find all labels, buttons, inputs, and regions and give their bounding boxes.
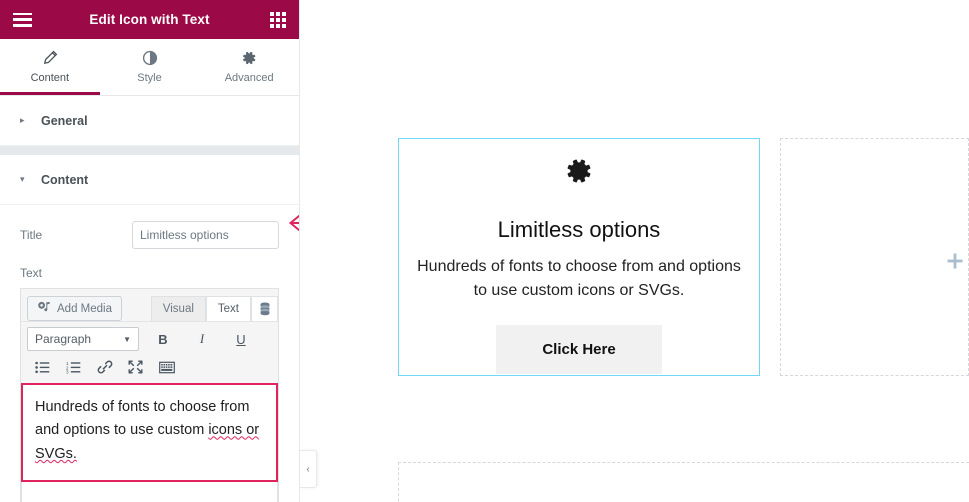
chevron-left-icon: ‹ bbox=[306, 463, 310, 475]
click-here-button[interactable]: Click Here bbox=[496, 324, 662, 374]
tab-style-label: Style bbox=[137, 72, 162, 84]
editor-paragraph: Hundreds of fonts to choose from and opt… bbox=[35, 396, 264, 466]
editor-panel: Edit Icon with Text Content Style Advanc… bbox=[0, 0, 300, 502]
grid-icon[interactable] bbox=[270, 11, 286, 28]
section-general[interactable]: ▸ General bbox=[0, 96, 299, 146]
wp-editor-topbar: Add Media Visual Text bbox=[21, 289, 278, 321]
text-label: Text bbox=[20, 266, 43, 280]
gear-icon bbox=[241, 50, 257, 66]
italic-button[interactable]: I bbox=[187, 327, 217, 351]
media-icon bbox=[37, 301, 51, 317]
svg-text:3: 3 bbox=[66, 369, 69, 373]
editor-toolbar: Paragraph ▼ B I U 1 2 3 bbox=[21, 321, 278, 383]
toolbar-toggle-icon[interactable] bbox=[151, 355, 182, 379]
numbered-list-icon[interactable]: 1 2 3 bbox=[58, 355, 89, 379]
canvas-section-1[interactable]: Limitless options Hundreds of fonts to c… bbox=[398, 5, 969, 376]
tab-content[interactable]: Content bbox=[0, 39, 100, 95]
editor-mode-tabs: Visual Text bbox=[150, 294, 278, 321]
preview-canvas: Limitless options Hundreds of fonts to c… bbox=[300, 0, 969, 502]
chevron-right-icon: ▸ bbox=[20, 115, 25, 125]
widget-inner: Limitless options Hundreds of fonts to c… bbox=[399, 139, 759, 374]
tab-content-label: Content bbox=[30, 72, 70, 84]
dynamic-tags-icon[interactable] bbox=[251, 296, 278, 321]
underline-button[interactable]: U bbox=[226, 327, 256, 351]
tab-visual[interactable]: Visual bbox=[150, 296, 206, 321]
hamburger-icon[interactable] bbox=[13, 12, 32, 27]
icon-box-widget[interactable]: Limitless options Hundreds of fonts to c… bbox=[398, 138, 760, 376]
content-controls: Title Limitless options Text Add Media V… bbox=[0, 205, 299, 502]
section-columns: Limitless options Hundreds of fonts to c… bbox=[398, 5, 969, 376]
empty-column-placeholder[interactable] bbox=[780, 138, 969, 376]
tab-text[interactable]: Text bbox=[205, 296, 251, 321]
canvas-section-2[interactable] bbox=[398, 462, 969, 502]
gear-icon bbox=[417, 157, 741, 185]
panel-tabs: Content Style Advanced bbox=[0, 39, 299, 96]
format-select-value: Paragraph bbox=[35, 332, 92, 346]
tab-advanced-label: Advanced bbox=[224, 72, 274, 84]
tab-advanced[interactable]: Advanced bbox=[199, 39, 299, 95]
section-general-label: General bbox=[41, 113, 88, 128]
bold-button[interactable]: B bbox=[148, 327, 178, 351]
text-editor-content[interactable]: Hundreds of fonts to choose from and opt… bbox=[21, 383, 278, 483]
chevron-down-icon: ▼ bbox=[123, 334, 131, 344]
link-icon[interactable] bbox=[89, 355, 120, 379]
bulleted-list-icon[interactable] bbox=[27, 355, 58, 379]
format-select[interactable]: Paragraph ▼ bbox=[27, 327, 139, 351]
fullscreen-icon[interactable] bbox=[120, 355, 151, 379]
contrast-icon bbox=[142, 50, 158, 66]
panel-header: Edit Icon with Text bbox=[0, 0, 299, 39]
widget-title: Limitless options bbox=[497, 217, 661, 242]
toolbar-row-1: Paragraph ▼ B I U bbox=[27, 327, 272, 351]
toolbar-row-2: 1 2 3 bbox=[27, 355, 272, 379]
section-content-label: Content bbox=[41, 172, 89, 187]
page-title: Edit Icon with Text bbox=[89, 12, 210, 27]
pencil-icon bbox=[42, 50, 58, 66]
title-label: Title bbox=[20, 228, 43, 242]
tab-style[interactable]: Style bbox=[100, 39, 200, 95]
add-media-label: Add Media bbox=[57, 302, 112, 315]
plus-icon bbox=[947, 253, 963, 269]
panel-collapse-handle[interactable]: ‹ bbox=[300, 450, 317, 488]
section-content[interactable]: ▾ Content bbox=[0, 155, 299, 205]
section-divider bbox=[0, 146, 299, 155]
title-control-row: Title bbox=[20, 205, 279, 249]
wp-editor: Add Media Visual Text Paragraph ▼ B I U … bbox=[20, 288, 279, 502]
title-input-wrapper bbox=[132, 221, 279, 249]
title-input[interactable] bbox=[133, 222, 278, 248]
panel-body: ▸ General ▾ Content Title Limitless opti… bbox=[0, 96, 299, 502]
widget-description: Hundreds of fonts to choose from and opt… bbox=[417, 258, 741, 300]
chevron-down-icon: ▾ bbox=[20, 174, 25, 184]
add-section-button[interactable] bbox=[945, 251, 965, 271]
editor-overflow-area bbox=[21, 482, 278, 502]
elementor-editor: Edit Icon with Text Content Style Advanc… bbox=[0, 0, 969, 502]
add-media-button[interactable]: Add Media bbox=[27, 296, 122, 321]
